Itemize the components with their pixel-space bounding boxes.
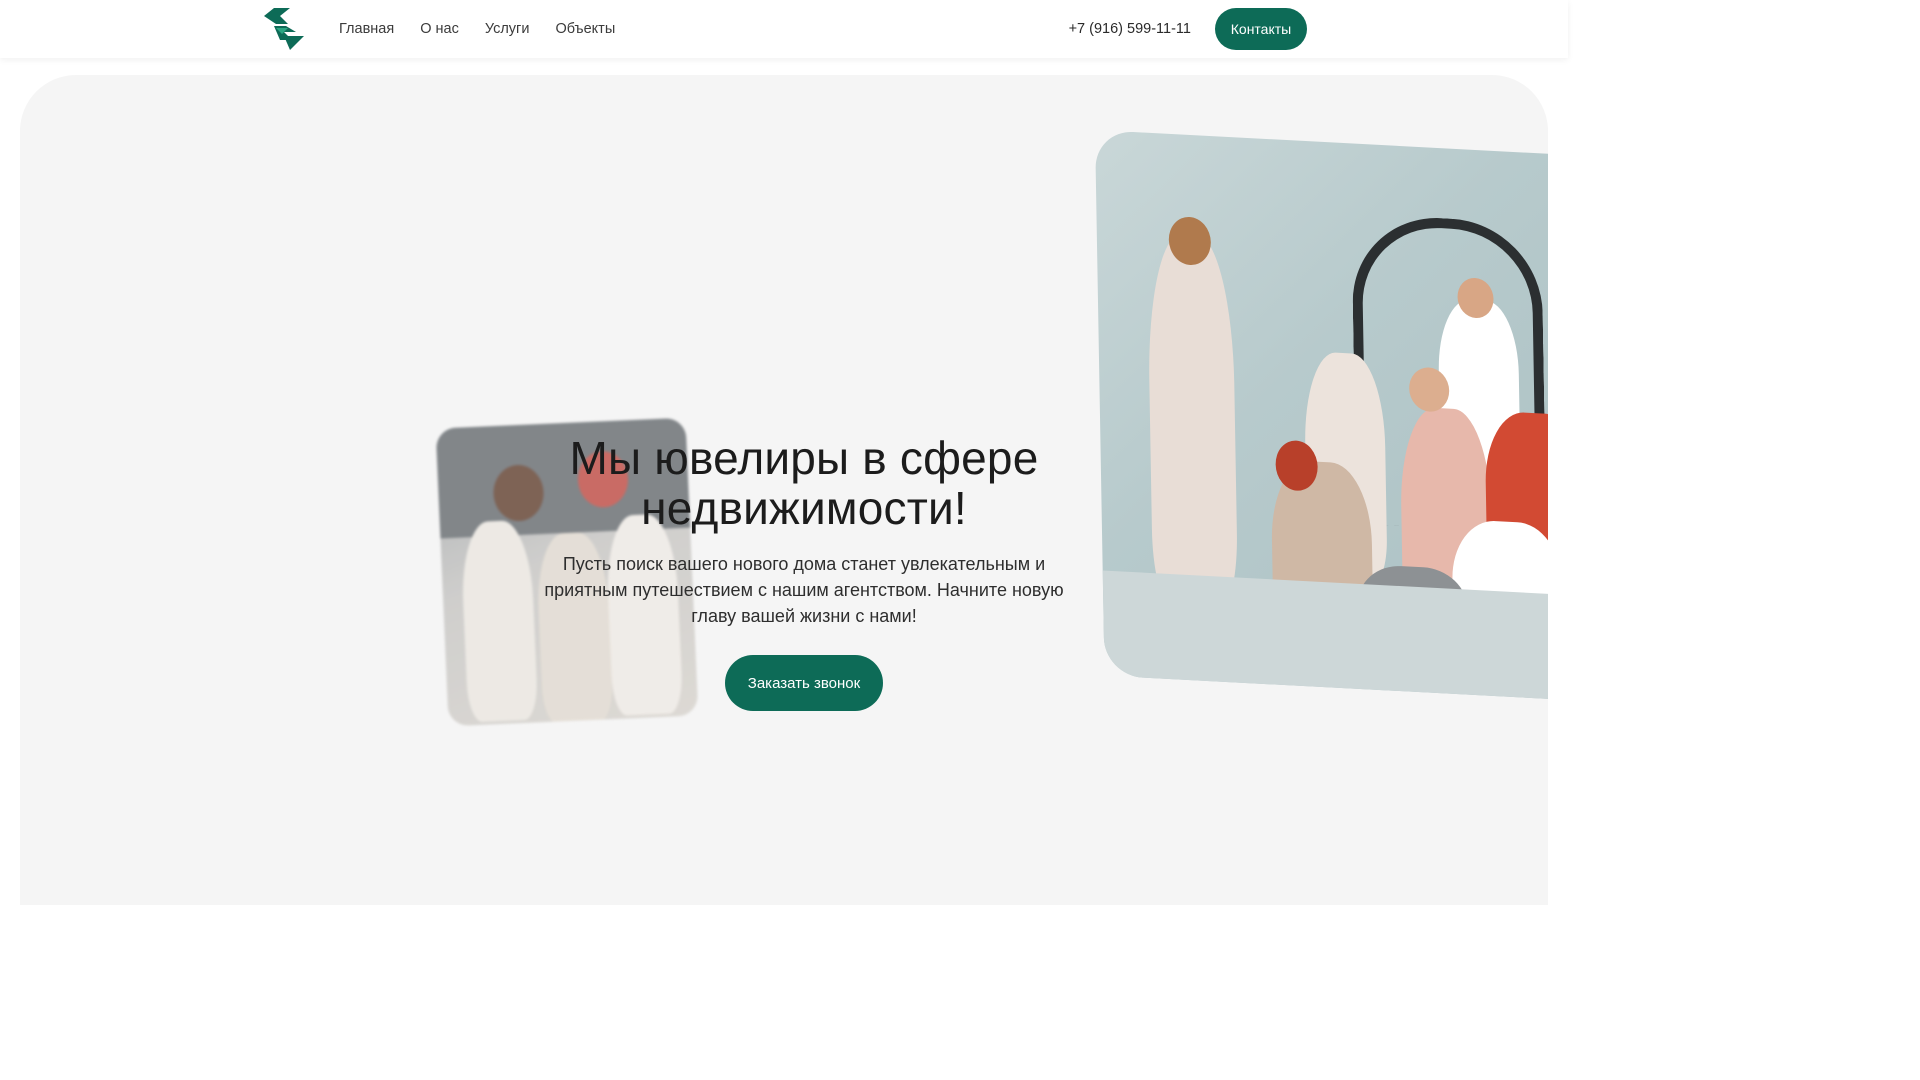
- hero-content: Мы ювелиры в сфере недвижимости! Пусть п…: [520, 433, 1088, 711]
- nav-item-about[interactable]: О нас: [420, 21, 459, 37]
- hero-subtitle: Пусть поиск вашего нового дома станет ув…: [544, 554, 1064, 626]
- hero-title: Мы ювелиры в сфере недвижимости!: [569, 432, 1039, 534]
- contacts-button[interactable]: Контакты: [1215, 8, 1307, 50]
- brand-logo-icon[interactable]: [260, 6, 308, 52]
- phone-link[interactable]: +7 (916) 599-11-11: [1069, 0, 1191, 58]
- nav-item-home[interactable]: Главная: [339, 21, 394, 37]
- order-call-button[interactable]: Заказать звонок: [725, 655, 883, 711]
- hero-section: Мы ювелиры в сфере недвижимости! Пусть п…: [20, 75, 1548, 905]
- main-nav: Главная О нас Услуги Объекты: [339, 0, 615, 58]
- nav-item-objects[interactable]: Объекты: [555, 21, 615, 37]
- site-header: Главная О нас Услуги Объекты +7 (916) 59…: [0, 0, 1568, 58]
- nav-item-services[interactable]: Услуги: [485, 21, 530, 37]
- team-photo: [1095, 130, 1548, 703]
